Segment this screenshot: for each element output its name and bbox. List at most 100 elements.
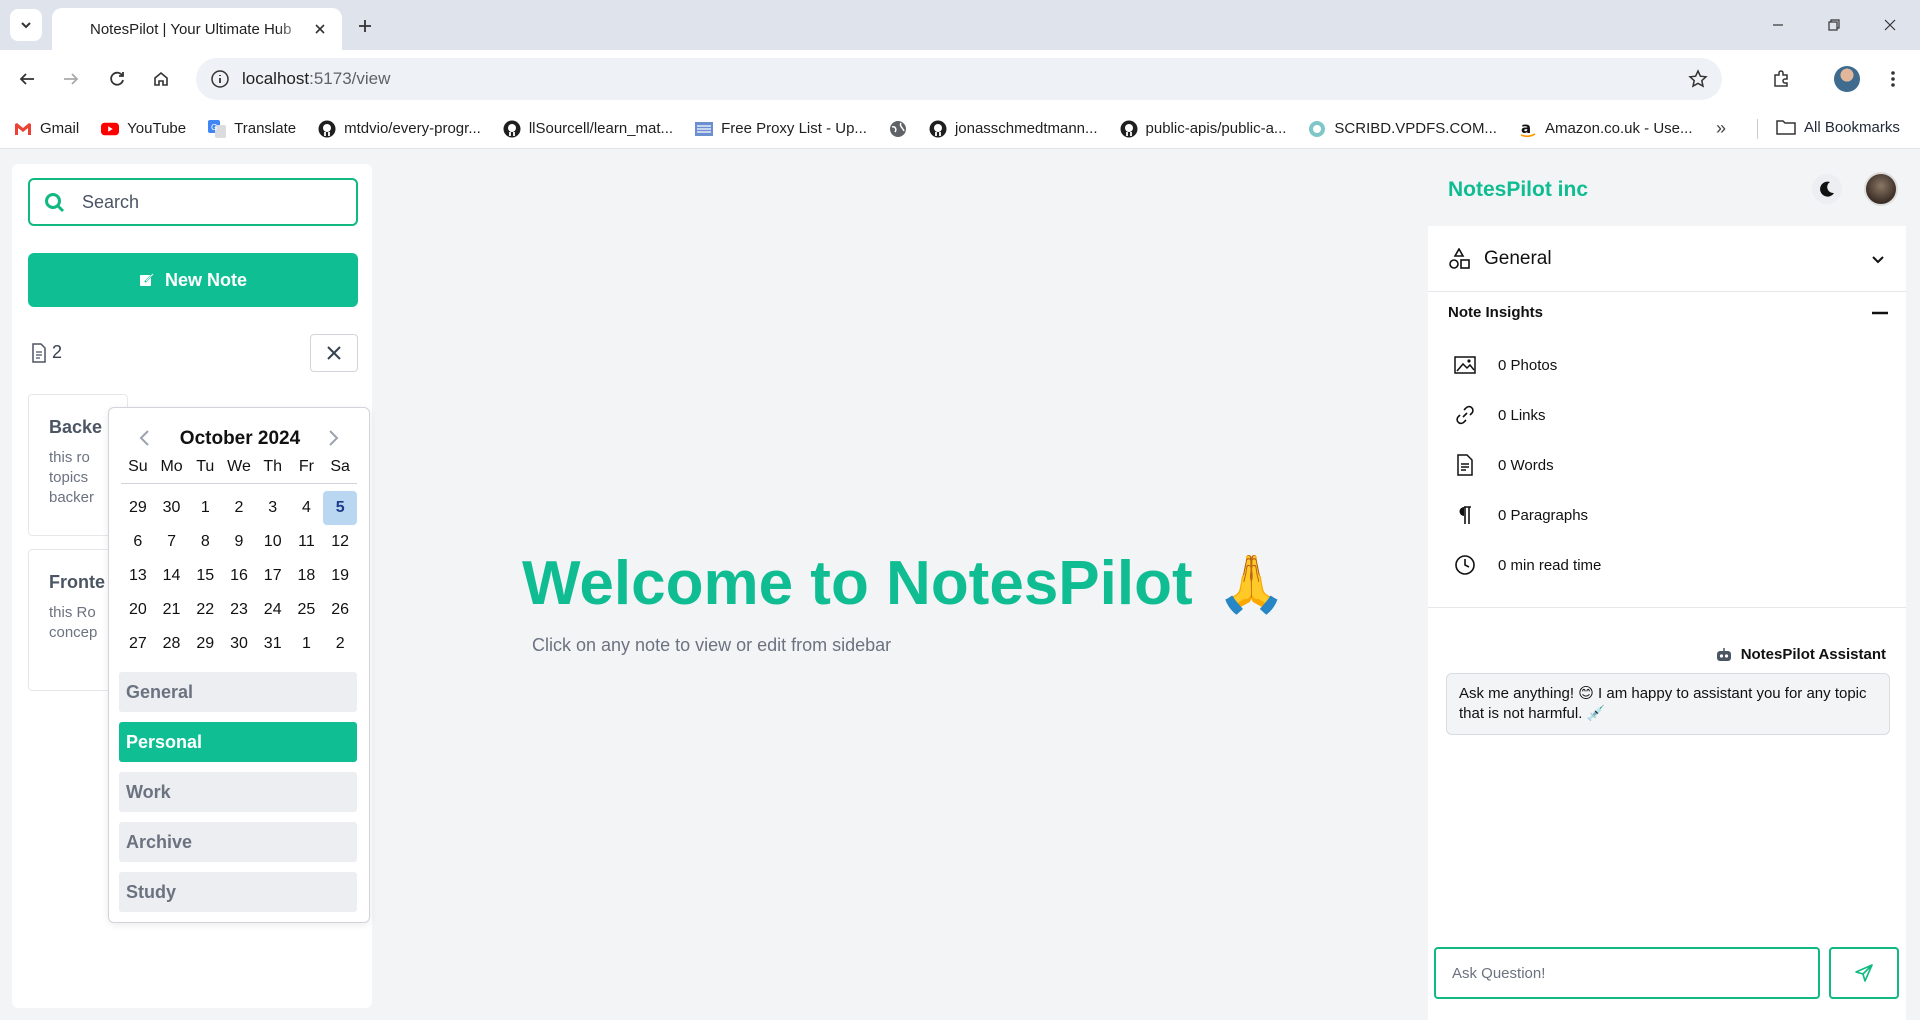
calendar-day[interactable]: 22 [188, 593, 222, 627]
chevron-right-icon[interactable] [323, 428, 343, 448]
calendar-day[interactable]: 24 [256, 593, 290, 627]
folder-icon [1776, 120, 1796, 135]
calendar-day[interactable]: 16 [222, 559, 256, 593]
document-icon [32, 342, 46, 363]
minus-icon[interactable] [1872, 311, 1888, 315]
calendar-day[interactable]: 2 [323, 627, 357, 661]
date-picker-header: October 2024 [109, 424, 371, 454]
send-button[interactable] [1829, 947, 1899, 999]
user-avatar[interactable] [1864, 172, 1898, 206]
profile-button[interactable] [1832, 64, 1862, 94]
tab-search-button[interactable] [10, 9, 42, 41]
calendar-day[interactable]: 17 [256, 559, 290, 593]
calendar-day[interactable]: 19 [323, 559, 357, 593]
bookmark-item[interactable]: public-apis/public-a... [1120, 120, 1286, 138]
calendar-day[interactable]: 28 [155, 627, 189, 661]
bookmark-star-icon[interactable] [1686, 67, 1710, 91]
moon-icon [1820, 181, 1834, 197]
chevron-down-icon [21, 22, 31, 29]
calendar-day[interactable]: 10 [256, 525, 290, 559]
chevron-left-icon[interactable] [135, 428, 155, 448]
category-option-study[interactable]: Study [119, 872, 357, 912]
calendar-day[interactable]: 3 [256, 491, 290, 525]
calendar-day[interactable]: 21 [155, 593, 189, 627]
calendar-day[interactable]: 27 [121, 627, 155, 661]
site-info-icon[interactable] [208, 67, 232, 91]
browser-menu-button[interactable] [1878, 64, 1908, 94]
category-option-personal[interactable]: Personal [119, 722, 357, 762]
calendar-day-selected[interactable]: 5 [323, 491, 357, 525]
assistant-message: Ask me anything! 😊 I am happy to assista… [1446, 673, 1890, 735]
github-icon [503, 120, 521, 138]
calendar-day[interactable]: 30 [155, 491, 189, 525]
calendar-day[interactable]: 29 [121, 491, 155, 525]
bookmark-item[interactable]: a Amazon.co.uk - Use... [1519, 120, 1693, 138]
category-option-general[interactable]: General [119, 672, 357, 712]
bookmark-item[interactable]: G Translate [208, 119, 296, 138]
category-selector[interactable]: General [1428, 226, 1906, 292]
category-option-archive[interactable]: Archive [119, 822, 357, 862]
calendar-day[interactable]: 13 [121, 559, 155, 593]
calendar-day[interactable]: 23 [222, 593, 256, 627]
clear-filter-button[interactable] [310, 334, 358, 372]
reload-button[interactable] [102, 64, 132, 94]
calendar-day[interactable]: 12 [323, 525, 357, 559]
calendar-day[interactable]: 7 [155, 525, 189, 559]
calendar-day[interactable]: 31 [256, 627, 290, 661]
scribd-icon [1308, 120, 1326, 138]
calendar-day[interactable]: 11 [290, 525, 324, 559]
insight-photos: 0 Photos [1454, 354, 1557, 376]
tab-close-icon[interactable] [310, 19, 330, 39]
calendar-day[interactable]: 8 [188, 525, 222, 559]
theme-toggle-button[interactable] [1812, 174, 1842, 204]
github-icon [1120, 120, 1138, 138]
calendar-day[interactable]: 9 [222, 525, 256, 559]
bookmark-item[interactable]: SCRIBD.VPDFS.COM... [1308, 120, 1497, 138]
extensions-button[interactable] [1766, 64, 1796, 94]
note-insights-header[interactable]: Note Insights [1448, 304, 1888, 321]
home-icon [154, 71, 168, 86]
arrow-right-icon [64, 73, 79, 85]
category-list: General Personal Work Archive Study [119, 672, 357, 922]
bookmark-item[interactable]: llSourcell/learn_mat... [503, 120, 673, 138]
ask-question-input[interactable]: Ask Question! [1434, 947, 1820, 999]
bookmark-item[interactable] [889, 120, 907, 138]
shapes-icon [1449, 247, 1470, 269]
category-option-work[interactable]: Work [119, 772, 357, 812]
new-tab-button[interactable] [352, 13, 378, 39]
bookmark-label: SCRIBD.VPDFS.COM... [1334, 120, 1497, 137]
bookmarks-overflow-icon[interactable]: » [1716, 118, 1726, 139]
browser-tab-bar: NotesPilot | Your Ultimate Hub [0, 0, 1920, 50]
search-input[interactable]: Search [28, 178, 358, 226]
calendar-day[interactable]: 25 [290, 593, 324, 627]
amazon-icon: a [1519, 120, 1537, 138]
calendar-day[interactable]: 30 [222, 627, 256, 661]
calendar-day[interactable]: 14 [155, 559, 189, 593]
calendar-day[interactable]: 1 [188, 491, 222, 525]
close-window-button[interactable] [1876, 12, 1904, 38]
calendar-day[interactable]: 2 [222, 491, 256, 525]
calendar-day[interactable]: 26 [323, 593, 357, 627]
bookmark-item[interactable]: Free Proxy List - Up... [695, 120, 867, 138]
calendar-day[interactable]: 15 [188, 559, 222, 593]
forward-button[interactable] [56, 64, 86, 94]
bookmark-item[interactable]: YouTube [101, 120, 186, 138]
bookmark-item[interactable]: jonasschmedtmann... [929, 120, 1098, 138]
all-bookmarks[interactable]: All Bookmarks [1776, 118, 1900, 136]
bookmark-item[interactable]: mtdvio/every-progr... [318, 120, 481, 138]
home-button[interactable] [146, 64, 176, 94]
bookmark-item[interactable]: Gmail [14, 120, 79, 138]
restore-button[interactable] [1820, 12, 1848, 38]
back-button[interactable] [12, 64, 42, 94]
calendar-day[interactable]: 18 [290, 559, 324, 593]
calendar-day[interactable]: 20 [121, 593, 155, 627]
calendar-day[interactable]: 29 [188, 627, 222, 661]
weekday-label: Th [263, 458, 283, 475]
minimize-button[interactable] [1764, 12, 1792, 38]
browser-tab[interactable]: NotesPilot | Your Ultimate Hub [52, 8, 342, 50]
calendar-day[interactable]: 4 [290, 491, 324, 525]
new-note-button[interactable]: New Note [28, 253, 358, 307]
calendar-day[interactable]: 6 [121, 525, 155, 559]
address-bar[interactable]: localhost:5173/view [196, 58, 1722, 100]
calendar-day[interactable]: 1 [290, 627, 324, 661]
